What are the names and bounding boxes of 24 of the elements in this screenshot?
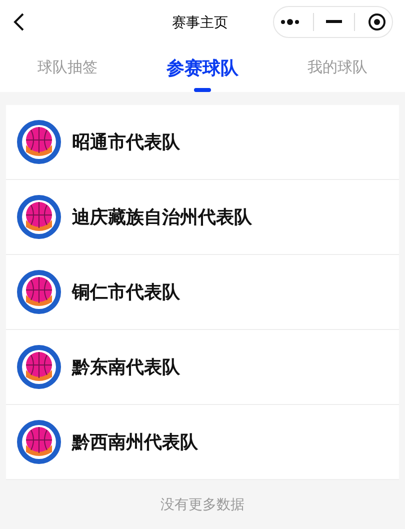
team-logo-icon xyxy=(16,194,62,240)
tab[interactable]: 参赛球队 xyxy=(135,44,270,92)
minimize-icon[interactable] xyxy=(326,20,342,24)
team-logo-icon xyxy=(16,419,62,465)
team-name: 迪庆藏族自治州代表队 xyxy=(72,206,252,228)
no-more-data-text: 没有更多数据 xyxy=(160,495,246,514)
team-name: 昭通市代表队 xyxy=(72,130,180,154)
close-icon[interactable] xyxy=(368,13,386,31)
team-name: 铜仁市代表队 xyxy=(72,280,180,304)
team-name: 黔东南代表队 xyxy=(72,356,180,378)
more-icon[interactable] xyxy=(280,19,300,25)
team-row[interactable]: 黔东南代表队 xyxy=(6,330,399,405)
page-title: 赛事主页 xyxy=(171,12,229,32)
team-logo-icon xyxy=(16,119,62,165)
capsule-menu[interactable] xyxy=(273,6,393,38)
team-logo-icon xyxy=(16,344,62,390)
team-row[interactable]: 迪庆藏族自治州代表队 xyxy=(6,180,399,255)
team-row[interactable]: 铜仁市代表队 xyxy=(6,255,399,330)
back-icon[interactable] xyxy=(12,12,26,32)
team-row[interactable]: 昭通市代表队 xyxy=(6,105,399,180)
team-logo-icon xyxy=(16,269,62,315)
team-row[interactable]: 黔西南州代表队 xyxy=(6,405,399,480)
team-name: 黔西南州代表队 xyxy=(72,430,198,454)
tab-indicator xyxy=(194,88,211,92)
